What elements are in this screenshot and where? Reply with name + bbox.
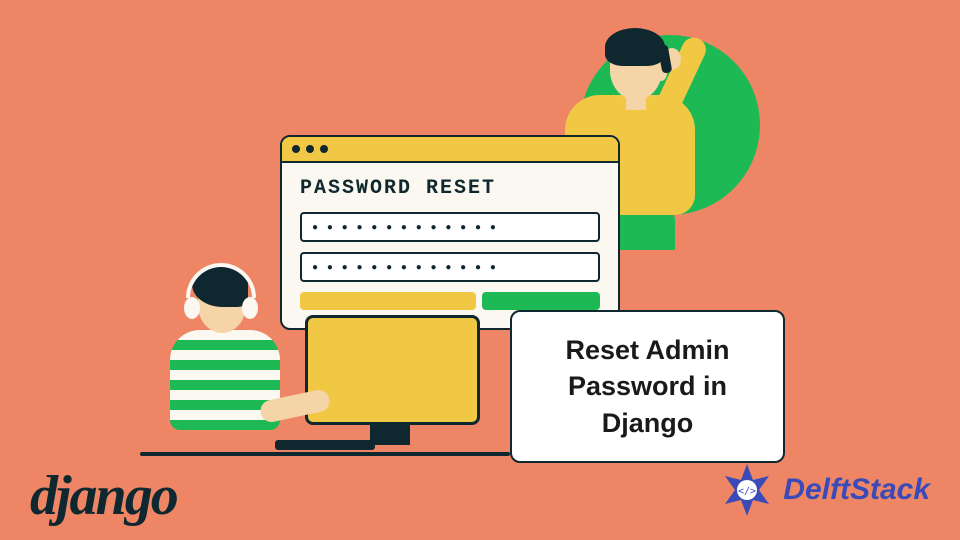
article-title: Reset Admin Password in Django <box>530 332 765 441</box>
window-titlebar <box>282 137 618 163</box>
window-dot-icon <box>320 145 328 153</box>
window-dot-icon <box>292 145 300 153</box>
delftstack-logo: </> DelftStack <box>719 462 930 518</box>
window-dot-icon <box>306 145 314 153</box>
form-submit-bar <box>482 292 600 310</box>
django-logo: django <box>30 464 177 528</box>
article-title-card: Reset Admin Password in Django <box>510 310 785 463</box>
delftstack-mark-icon: </> <box>719 462 775 518</box>
headphones-icon <box>186 263 256 298</box>
password-reset-heading: PASSWORD RESET <box>300 177 600 200</box>
person-at-desk-illustration <box>140 265 460 465</box>
svg-text:</>: </> <box>738 486 756 497</box>
delftstack-text: DelftStack <box>783 473 930 507</box>
password-input-1: ● ● ● ● ● ● ● ● ● ● ● ● ● <box>300 212 600 242</box>
desk-line <box>140 452 510 456</box>
